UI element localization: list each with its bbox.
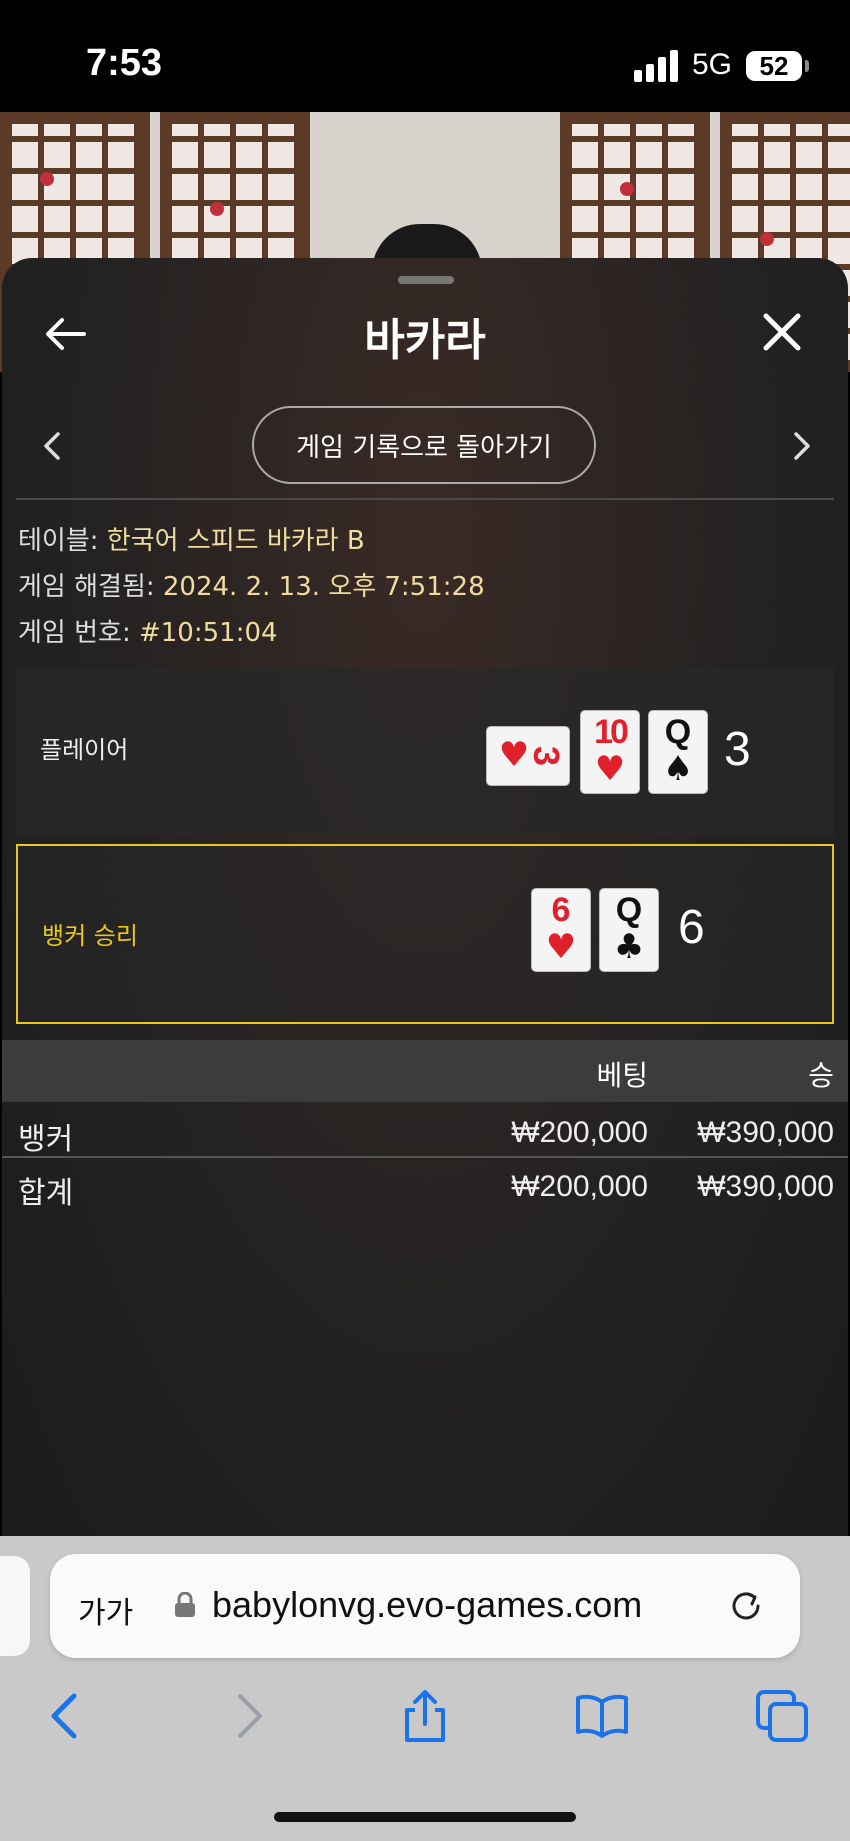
table-value: 한국어 스피드 바카라 B	[106, 526, 365, 556]
resolved-value: 2024. 2. 13. 오후 7:51:28	[162, 572, 485, 602]
bookmarks-icon[interactable]	[574, 1688, 630, 1744]
battery-icon: 52	[746, 51, 802, 81]
player-card-1: ♥ 3	[486, 726, 570, 786]
url-text[interactable]: babylonvg.evo-games.com	[212, 1584, 642, 1626]
player-hand: 플레이어 ♥ 3 10 ♥ Q ♠ 3	[16, 668, 834, 836]
card-rank: Q	[664, 713, 692, 751]
divider	[16, 498, 834, 500]
battery-cap	[805, 60, 809, 72]
reload-icon[interactable]	[726, 1586, 766, 1626]
signal-icon	[634, 50, 680, 82]
heart-suit-icon: ♥	[594, 749, 626, 789]
column-header-win: 승	[808, 1059, 834, 1092]
card-rank: Q	[615, 891, 643, 929]
banker-card-1: 6 ♥	[531, 888, 591, 972]
card-rank: 6	[551, 891, 571, 929]
heart-suit-icon: ♥	[545, 927, 577, 967]
table-info: 테이블: 한국어 스피드 바카라 B	[18, 520, 365, 557]
card-rank: 10	[594, 713, 629, 751]
table-label: 테이블:	[18, 526, 99, 556]
status-time: 7:53	[86, 42, 163, 84]
banker-hand: 뱅커 승리 6 ♥ Q ♣ 6	[16, 844, 834, 1024]
chevron-right-icon[interactable]	[788, 428, 816, 464]
status-bar: 7:53 5G 52	[0, 0, 850, 112]
share-icon[interactable]	[397, 1688, 453, 1744]
game-details-panel: 바카라 게임 기록으로 돌아가기 테이블: 한국어 스피드 바카라 B 게임 해…	[2, 258, 848, 1536]
game-number-value: #10:51:04	[138, 618, 278, 648]
spade-suit-icon: ♠	[662, 749, 694, 789]
bets-table-header: 베팅 승	[2, 1040, 848, 1102]
player-card-2: 10 ♥	[580, 710, 640, 794]
win-amount: ₩390,000	[697, 1116, 834, 1149]
total-bet-amount: ₩200,000	[511, 1170, 648, 1203]
total-win-amount: ₩390,000	[697, 1170, 834, 1203]
resolved-label: 게임 해결됨:	[18, 572, 155, 602]
chevron-left-icon[interactable]	[38, 428, 66, 464]
bet-name: 뱅커	[18, 1122, 74, 1157]
drag-handle[interactable]	[398, 276, 454, 284]
game-number-info: 게임 번호: #10:51:04	[18, 612, 278, 649]
card-rank: 3	[526, 745, 567, 767]
column-header-bet: 베팅	[596, 1059, 648, 1092]
lock-icon	[174, 1591, 196, 1618]
browser-back-icon[interactable]	[38, 1688, 94, 1744]
banker-card-2: Q ♣	[599, 888, 659, 972]
page-title: 바카라	[364, 315, 486, 366]
total-label: 합계	[18, 1176, 74, 1211]
text-size-button[interactable]: 가가	[78, 1588, 133, 1632]
browser-forward-icon[interactable]	[220, 1688, 276, 1744]
browser-toolbar: 가가 babylonvg.evo-games.com	[0, 1536, 850, 1841]
club-suit-icon: ♣	[613, 927, 645, 967]
player-card-3: Q ♠	[648, 710, 708, 794]
resolved-info: 게임 해결됨: 2024. 2. 13. 오후 7:51:28	[18, 566, 485, 603]
address-bar[interactable]: 가가 babylonvg.evo-games.com	[50, 1554, 800, 1658]
table-row: 뱅커 ₩200,000 ₩390,000	[2, 1108, 848, 1160]
home-indicator[interactable]	[274, 1812, 576, 1822]
previous-tab-peek[interactable]	[0, 1556, 30, 1656]
bet-amount: ₩200,000	[511, 1116, 648, 1149]
player-label: 플레이어	[40, 736, 129, 764]
network-type: 5G	[692, 48, 733, 81]
banker-score: 6	[678, 901, 705, 954]
game-number-label: 게임 번호:	[18, 618, 131, 648]
back-to-history-button[interactable]: 게임 기록으로 돌아가기	[252, 406, 596, 484]
player-score: 3	[724, 723, 751, 776]
close-icon[interactable]	[760, 310, 804, 354]
row-divider	[2, 1156, 848, 1158]
banker-win-label: 뱅커 승리	[42, 922, 138, 950]
tabs-icon[interactable]	[754, 1688, 810, 1744]
table-row-total: 합계 ₩200,000 ₩390,000	[2, 1162, 848, 1214]
